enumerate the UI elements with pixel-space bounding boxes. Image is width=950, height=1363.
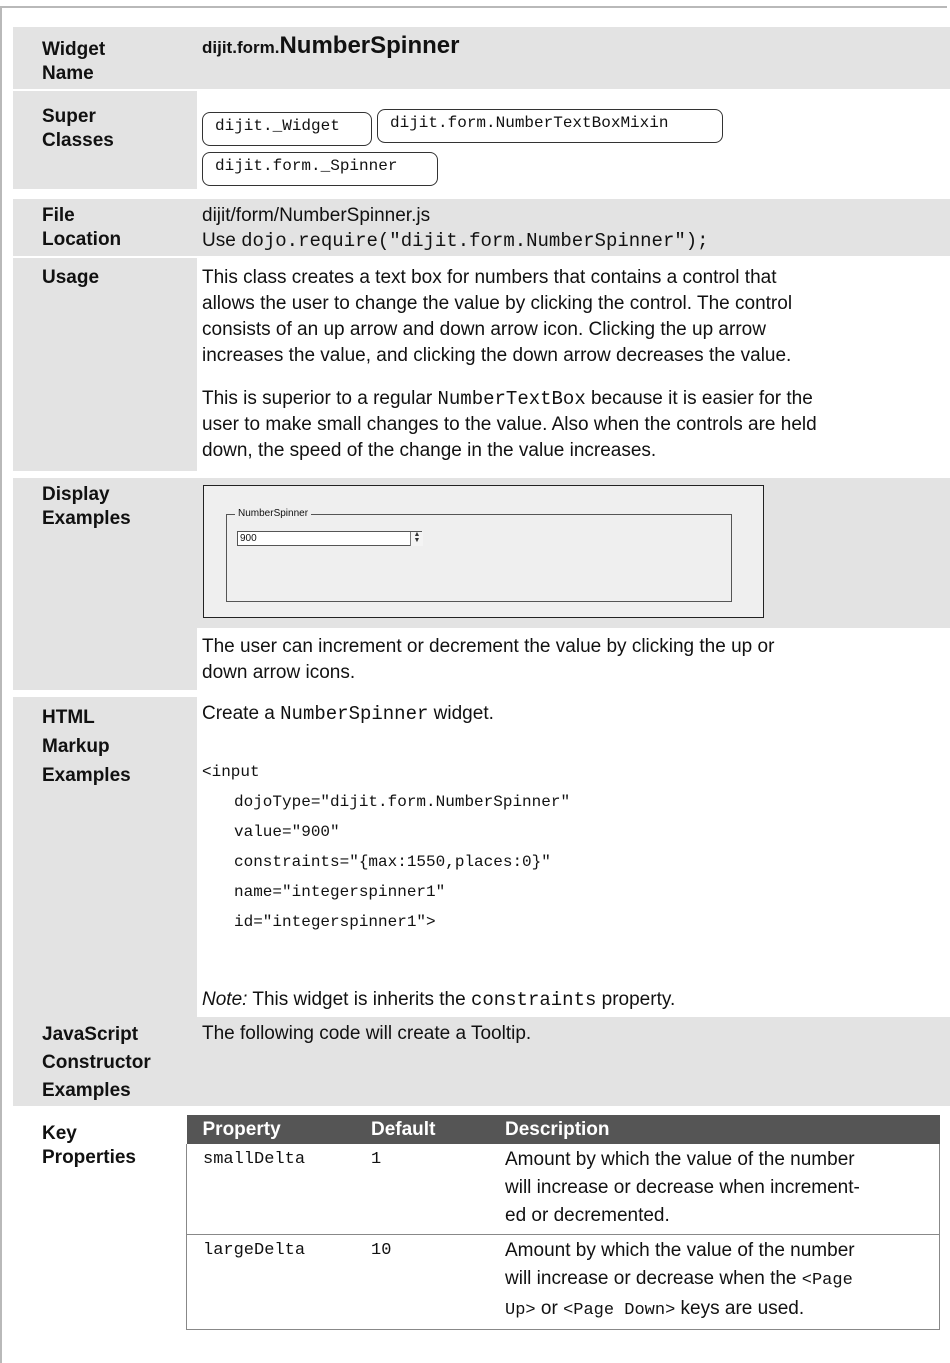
property-description: Amount by which the value of the number … [489, 1234, 940, 1330]
widget-name-row-bg [13, 27, 950, 89]
html-markup-intro: Create a NumberSpinner widget. [202, 703, 494, 725]
display-caption-label-bg [13, 628, 197, 690]
property-name: smallDelta [186, 1144, 355, 1235]
table-row: largeDelta 10 Amount by which the value … [186, 1234, 940, 1330]
super-classes-label: Super Classes [42, 106, 114, 151]
key-properties-label: Key Properties [42, 1123, 136, 1168]
property-default: 1 [355, 1144, 489, 1235]
usage-paragraph-2: This is superior to a regular NumberText… [202, 388, 817, 461]
display-examples-label: Display Examples [42, 484, 131, 529]
inherit-note: Note: This widget is inherits the constr… [202, 989, 676, 1011]
property-name: largeDelta [186, 1234, 355, 1330]
file-path: dijit/form/NumberSpinner.js [202, 205, 431, 226]
super-class-widget: dijit._Widget [202, 112, 372, 146]
number-spinner-input[interactable]: 900 [237, 531, 422, 546]
display-example-screenshot: NumberSpinner 900 ▲ ▼ [203, 485, 764, 618]
col-description: Description [489, 1115, 940, 1144]
require-line: Use dojo.require("dijit.form.NumberSpinn… [202, 230, 709, 252]
html-code-block: <input dojoType="dijit.form.NumberSpinne… [202, 763, 571, 931]
fieldset-legend: NumberSpinner [235, 507, 312, 521]
property-description: Amount by which the value of the number … [489, 1144, 940, 1235]
spinner-arrows-icon[interactable]: ▲ ▼ [410, 531, 423, 546]
html-markup-label: HTML Markup Examples [42, 707, 131, 786]
table-row: smallDelta 1 Amount by which the value o… [186, 1144, 940, 1235]
number-spinner-fieldset: NumberSpinner 900 ▲ ▼ [226, 507, 732, 602]
usage-label-bg [13, 258, 197, 471]
usage-paragraph-1: This class creates a text box for number… [202, 267, 793, 366]
js-constructor-text: The following code will create a Tooltip… [202, 1023, 532, 1044]
js-constructor-label: JavaScript Constructor Examples [42, 1024, 151, 1101]
col-property: Property [186, 1115, 355, 1144]
key-properties-table: Property Default Description smallDelta … [186, 1115, 940, 1330]
widget-title: dijit.form.NumberSpinner [202, 32, 460, 59]
super-class-numbertextboxmixin: dijit.form.NumberTextBoxMixin [377, 109, 723, 143]
usage-label: Usage [42, 267, 100, 288]
property-default: 10 [355, 1234, 489, 1330]
col-default: Default [355, 1115, 489, 1144]
widget-name-label: Widget Name [42, 39, 106, 84]
super-class-spinner: dijit.form._Spinner [202, 152, 438, 186]
file-location-label: File Location [42, 205, 122, 250]
display-caption: The user can increment or decrement the … [202, 636, 775, 683]
